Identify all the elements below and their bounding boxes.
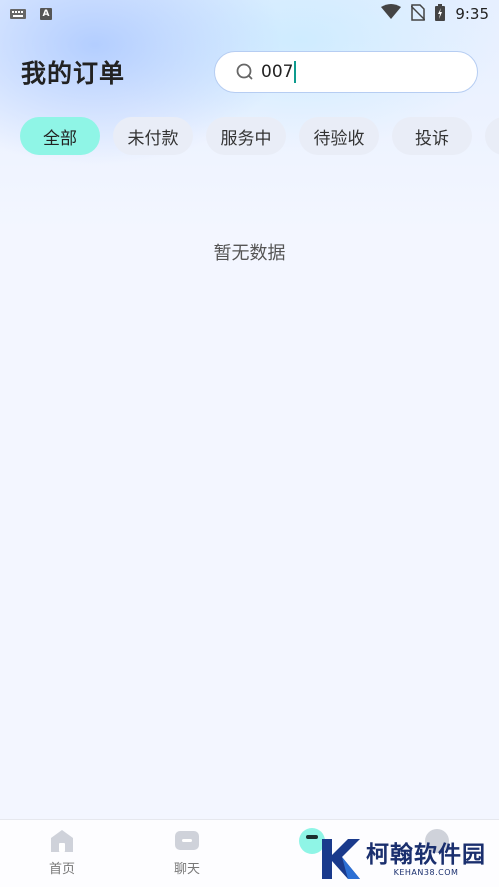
wifi-icon (381, 4, 402, 24)
tab-unpaid[interactable]: 未付款 (113, 117, 193, 155)
page-title: 我的订单 (21, 59, 126, 88)
tab-all[interactable]: 全部 (20, 117, 100, 155)
empty-state-message: 暂无数据 (213, 243, 286, 264)
nav-chat-label: 聊天 (173, 862, 200, 877)
tab-more[interactable] (485, 117, 499, 155)
watermark-domain: KEHAN38.COM (393, 867, 459, 877)
status-bar: A 9:35 (0, 0, 499, 28)
tab-in-service[interactable]: 服务中 (206, 117, 286, 155)
search-input[interactable]: 007 (214, 51, 478, 93)
header: 我的订单 007 (0, 50, 499, 94)
chat-icon (173, 828, 201, 854)
search-icon (235, 62, 255, 82)
text-cursor (294, 61, 297, 83)
home-icon (48, 828, 76, 854)
watermark-name: 柯翰软件园 (366, 841, 486, 868)
nav-chat[interactable]: 聊天 (152, 828, 222, 877)
nav-home[interactable]: 首页 (27, 828, 97, 877)
tab-complaint[interactable]: 投诉 (392, 117, 472, 155)
watermark-logo-icon (318, 835, 362, 883)
tab-pending-acceptance[interactable]: 待验收 (299, 117, 379, 155)
order-status-tabs: 全部 未付款 服务中 待验收 投诉 (20, 117, 499, 155)
keyboard-icon (10, 9, 26, 19)
status-time: 9:35 (455, 5, 489, 23)
battery-icon (435, 3, 446, 25)
header-background (0, 0, 499, 230)
input-method-icon: A (40, 8, 52, 20)
no-sim-icon (410, 3, 426, 25)
search-value: 007 (261, 62, 294, 82)
nav-home-label: 首页 (48, 862, 75, 877)
watermark: 柯翰软件园 KEHAN38.COM (318, 834, 488, 884)
